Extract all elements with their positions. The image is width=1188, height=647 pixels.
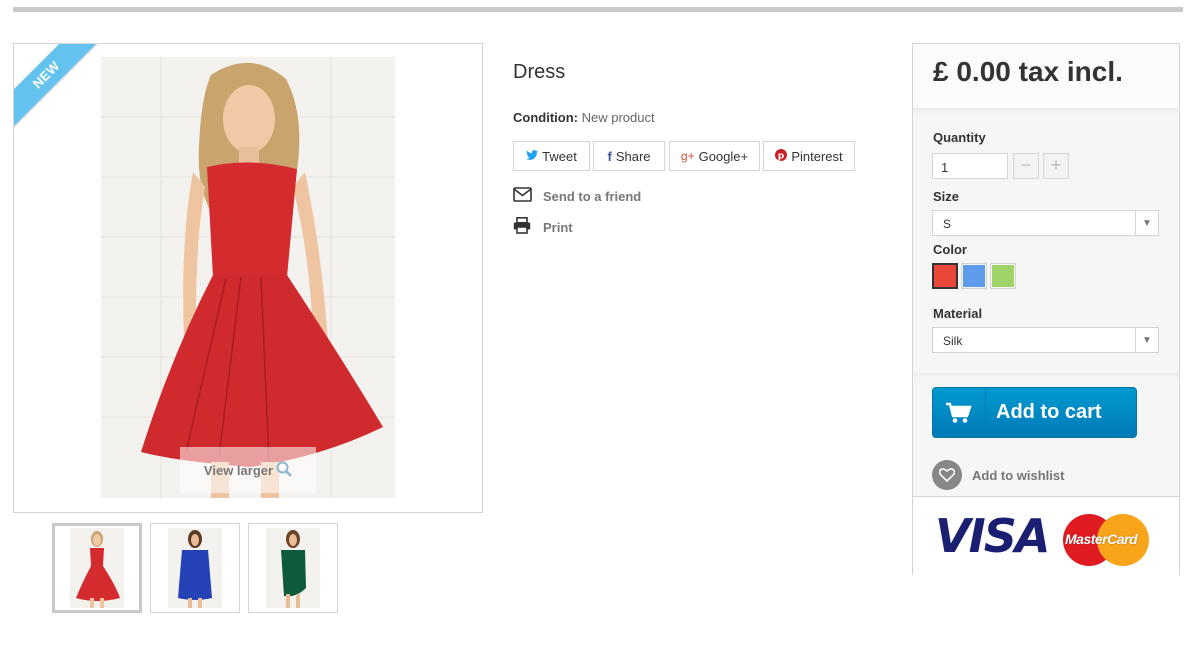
size-label: Size xyxy=(933,189,960,204)
svg-text:p: p xyxy=(778,151,785,161)
thumbnail-blue-dress[interactable] xyxy=(150,523,240,613)
chevron-down-icon: ▼ xyxy=(1135,211,1158,235)
product-title: Dress xyxy=(513,61,566,83)
price-separator xyxy=(913,108,1179,114)
thumbnail-image xyxy=(168,528,222,608)
print-link[interactable]: Print xyxy=(513,217,573,237)
condition-label: Condition: xyxy=(513,110,578,125)
tweet-button[interactable]: Tweet xyxy=(513,141,590,171)
payment-logos: VISA MasterCard xyxy=(913,496,1179,575)
product-condition: Condition: New product xyxy=(513,110,655,125)
send-to-friend-link[interactable]: Send to a friend xyxy=(513,187,641,205)
swatch-fill xyxy=(934,265,956,287)
chevron-down-icon: ▼ xyxy=(1135,328,1158,352)
mastercard-label: MasterCard xyxy=(1065,531,1138,547)
tweet-label: Tweet xyxy=(542,148,577,164)
twitter-icon xyxy=(526,149,539,164)
swatch-fill xyxy=(963,265,985,287)
quantity-increase-button[interactable]: + xyxy=(1043,153,1069,179)
add-to-wishlist-label: Add to wishlist xyxy=(972,467,1065,483)
thumbnail-image xyxy=(266,528,320,608)
size-value: S xyxy=(943,217,952,231)
facebook-icon: f xyxy=(607,148,612,164)
share-label: Share xyxy=(615,148,651,164)
zoom-icon xyxy=(276,461,292,480)
material-label: Material xyxy=(933,306,983,321)
pinterest-button[interactable]: p Pinterest xyxy=(763,141,855,171)
printer-icon xyxy=(513,217,543,237)
envelope-icon xyxy=(513,187,543,205)
add-to-wishlist-link[interactable]: Add to wishlist xyxy=(932,460,1064,490)
new-ribbon-badge: NEW xyxy=(14,44,100,129)
quantity-input[interactable]: 1 xyxy=(932,153,1008,179)
thumbnail-image xyxy=(70,528,124,608)
material-value: Silk xyxy=(943,334,963,348)
google-plus-icon: g+ xyxy=(680,149,695,163)
product-image-frame[interactable]: NEW View larger xyxy=(13,43,483,513)
material-select[interactable]: Silk ▼ xyxy=(932,327,1159,353)
top-divider xyxy=(13,7,1183,12)
visa-logo: VISA xyxy=(935,509,1050,563)
color-swatch-blue[interactable] xyxy=(961,263,987,289)
mastercard-logo: MasterCard xyxy=(1063,514,1149,566)
quantity-decrease-button[interactable]: − xyxy=(1013,153,1039,179)
thumbnail-green-dress[interactable] xyxy=(248,523,338,613)
pinterest-icon: p xyxy=(775,148,788,164)
add-to-cart-label: Add to cart xyxy=(996,401,1102,423)
google-plus-label: Google+ xyxy=(698,148,749,164)
thumbnail-red-dress[interactable] xyxy=(52,523,142,613)
cart-icon xyxy=(933,388,986,437)
add-to-cart-button[interactable]: Add to cart xyxy=(932,387,1137,438)
send-to-friend-label: Send to a friend xyxy=(543,188,642,204)
pinterest-label: Pinterest xyxy=(791,148,843,164)
color-label: Color xyxy=(933,242,967,257)
color-swatch-red[interactable] xyxy=(932,263,958,289)
product-price: £ 0.00 tax incl. xyxy=(933,56,1123,87)
condition-value: New product xyxy=(581,110,655,125)
product-photo[interactable] xyxy=(101,57,395,498)
view-larger-button[interactable]: View larger xyxy=(180,447,316,493)
color-swatch-green[interactable] xyxy=(990,263,1016,289)
heart-icon xyxy=(932,460,962,490)
options-separator xyxy=(913,373,1179,379)
share-button[interactable]: f Share xyxy=(593,141,665,171)
view-larger-label: View larger xyxy=(203,462,274,478)
quantity-label: Quantity xyxy=(933,130,986,145)
size-select[interactable]: S ▼ xyxy=(932,210,1159,236)
print-label: Print xyxy=(543,219,573,235)
swatch-fill xyxy=(992,265,1014,287)
google-plus-button[interactable]: g+ Google+ xyxy=(669,141,760,171)
